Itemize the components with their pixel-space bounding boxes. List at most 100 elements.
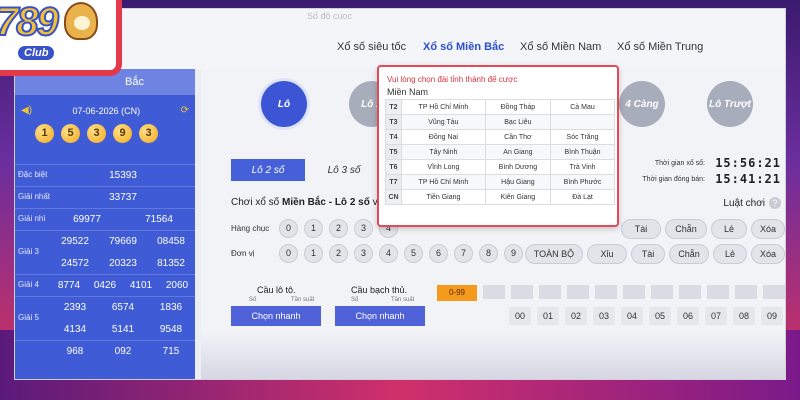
- digit-button[interactable]: 3: [354, 244, 373, 263]
- prize-value: 6574: [111, 301, 135, 313]
- province-option[interactable]: TP Hồ Chí Minh: [401, 99, 486, 115]
- result-row: Giải nhì 69977 71564: [15, 208, 195, 230]
- prize-value: 4134: [63, 323, 87, 335]
- digit-button[interactable]: 5: [404, 244, 423, 263]
- province-option[interactable]: Trà Vinh: [550, 159, 615, 175]
- province-row: T2 TP Hồ Chí Minh Đồng Tháp Cà Mau: [385, 99, 615, 115]
- prize-value: 15393: [109, 169, 137, 181]
- digit-button[interactable]: 2: [329, 244, 348, 263]
- prize-label: Giải nhất: [18, 192, 51, 201]
- province-option[interactable]: Đồng Tháp: [484, 99, 552, 115]
- digit-button[interactable]: 0: [279, 244, 298, 263]
- province-option[interactable]: Tây Ninh: [401, 144, 486, 160]
- province-option[interactable]: Sóc Trăng: [550, 129, 615, 145]
- number-cell[interactable]: 02: [565, 307, 587, 325]
- tab-sieu-toc[interactable]: Xổ số siêu tốc: [337, 41, 406, 53]
- prize-label: Giải nhì: [18, 214, 46, 223]
- province-option[interactable]: Bình Phước: [550, 174, 615, 190]
- result-ball: 3: [87, 124, 106, 143]
- cau-bach-thu-title: Cầu bạch thủ.: [351, 285, 408, 295]
- province-option[interactable]: Vĩnh Long: [401, 159, 486, 175]
- chan-button[interactable]: Chẵn: [669, 244, 709, 264]
- quick-pick-button[interactable]: Chọn nhanh: [231, 306, 321, 326]
- tab-mien-bac[interactable]: Xổ số Miền Bắc: [423, 41, 504, 53]
- grid-cell: [679, 285, 701, 299]
- speaker-icon[interactable]: ◀): [21, 105, 32, 116]
- province-row: CN Tiền Giang Kiên Giang Đà Lạt: [385, 189, 615, 205]
- digit-button[interactable]: 2: [329, 219, 348, 238]
- quick-pick-button[interactable]: Chọn nhanh: [335, 306, 425, 326]
- tab-mien-trung[interactable]: Xổ số Miền Trung: [617, 41, 703, 53]
- province-option[interactable]: Cần Thơ: [484, 129, 552, 145]
- tai-button[interactable]: Tài: [631, 244, 665, 264]
- number-cell[interactable]: 09: [761, 307, 783, 325]
- result-ball: 9: [113, 124, 132, 143]
- province-option[interactable]: Hậu Giang: [484, 174, 552, 190]
- digit-button[interactable]: 7: [454, 244, 473, 263]
- logo-club-label: Club: [18, 46, 55, 60]
- province-option[interactable]: An Giang: [484, 144, 552, 160]
- digit-button[interactable]: 4: [379, 244, 398, 263]
- prize-value: 08458: [157, 235, 185, 247]
- number-cell[interactable]: 08: [733, 307, 755, 325]
- range-badge[interactable]: 0-99: [437, 285, 477, 301]
- xoa-button[interactable]: Xóa: [751, 244, 785, 264]
- digit-button[interactable]: 3: [354, 219, 373, 238]
- tab-mien-nam[interactable]: Xổ số Miền Nam: [520, 41, 601, 53]
- weekday-label: T3: [385, 114, 402, 130]
- weekday-label: T2: [385, 99, 402, 115]
- number-cell[interactable]: 00: [509, 307, 531, 325]
- le-button[interactable]: Lẻ: [713, 244, 747, 264]
- prize-value: 69977: [73, 213, 101, 225]
- game-type-lo[interactable]: Lô: [261, 81, 307, 127]
- number-cell[interactable]: 06: [677, 307, 699, 325]
- province-option[interactable]: Kiên Giang: [484, 189, 552, 205]
- digit-button[interactable]: 6: [429, 244, 448, 263]
- brand-logo[interactable]: 789 Club: [0, 0, 122, 76]
- digit-button[interactable]: 1: [304, 219, 323, 238]
- game-type-lo-truot[interactable]: Lô Trượt: [707, 81, 753, 127]
- question-icon[interactable]: ?: [769, 197, 781, 209]
- province-option[interactable]: TP Hồ Chí Minh: [401, 174, 486, 190]
- results-table: Đặc biệt 15393 Giải nhất 33737 Giải nhì …: [15, 164, 195, 362]
- province-option[interactable]: Cà Mau: [550, 99, 615, 115]
- subtab-lo-2-so[interactable]: Lô 2 số: [231, 159, 305, 181]
- xiu-button[interactable]: Xỉu: [587, 244, 627, 264]
- province-row: T3 Vũng Tàu Bạc Liêu: [385, 114, 615, 130]
- tai-button[interactable]: Tài: [621, 219, 661, 239]
- number-cell[interactable]: 05: [649, 307, 671, 325]
- number-cell[interactable]: 04: [621, 307, 643, 325]
- province-option[interactable]: Đà Lạt: [550, 189, 615, 205]
- digit-button[interactable]: 0: [279, 219, 298, 238]
- digit-button[interactable]: 8: [479, 244, 498, 263]
- rules-link[interactable]: Luật chơi ?: [723, 197, 781, 209]
- number-cell[interactable]: 07: [705, 307, 727, 325]
- grid-cell: [763, 285, 785, 299]
- province-option[interactable]: Tiền Giang: [401, 189, 486, 205]
- le-button[interactable]: Lẻ: [711, 219, 747, 239]
- province-option[interactable]: Đồng Nai: [401, 129, 486, 145]
- number-cell[interactable]: 03: [593, 307, 615, 325]
- digit-button[interactable]: 1: [304, 244, 323, 263]
- xoa-button[interactable]: Xóa: [751, 219, 785, 239]
- province-option[interactable]: Bạc Liêu: [484, 114, 552, 130]
- prize-value: 968: [66, 345, 84, 357]
- bottom-fade: [201, 331, 785, 379]
- province-option[interactable]: Bình Thuận: [550, 144, 615, 160]
- logo-number: 789: [0, 0, 60, 45]
- grid-cell: [595, 285, 617, 299]
- province-option[interactable]: Bình Dương: [484, 159, 552, 175]
- grid-cell: [483, 285, 505, 299]
- number-cell[interactable]: 01: [537, 307, 559, 325]
- refresh-icon[interactable]: ⟳: [181, 105, 189, 116]
- draw-date[interactable]: 07-06-2026 (CN): [73, 106, 141, 116]
- app-window: Số độ cuoc Xổ số siêu tốc Xổ số Miền Bắc…: [14, 8, 786, 380]
- toan-bo-button[interactable]: TOÀN BỘ: [525, 244, 583, 264]
- subtab-lo-3-so[interactable]: Lô 3 số: [309, 159, 379, 181]
- digit-button[interactable]: 9: [504, 244, 523, 263]
- chan-button[interactable]: Chẵn: [665, 219, 707, 239]
- prize-value: 9548: [159, 323, 183, 335]
- province-option[interactable]: Vũng Tàu: [401, 114, 486, 130]
- game-type-4-cang[interactable]: 4 Càng: [619, 81, 665, 127]
- rules-label[interactable]: Luật chơi: [723, 198, 765, 209]
